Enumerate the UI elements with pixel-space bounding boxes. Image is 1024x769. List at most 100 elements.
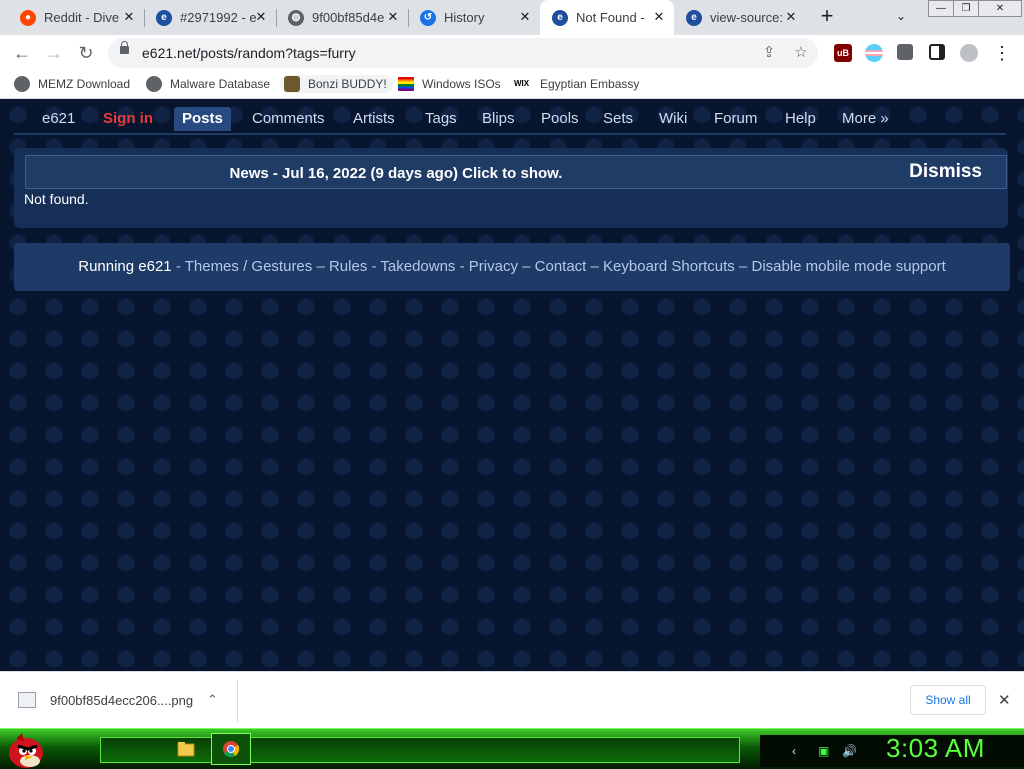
nav-more[interactable]: More »	[834, 107, 897, 131]
footer-separator: –	[312, 258, 329, 275]
tab-strip: ● Reddit - Dive ✕ e #2971992 - e ✕ ◍ 9f0…	[0, 0, 1024, 35]
tab-title: 9f00bf85d4e	[312, 10, 385, 25]
globe-icon	[14, 76, 30, 92]
side-panel-icon[interactable]	[929, 44, 945, 60]
star-icon[interactable]: ☆	[792, 44, 810, 62]
nav-blips[interactable]: Blips	[474, 107, 523, 131]
new-tab-button[interactable]: +	[816, 5, 838, 28]
news-banner[interactable]: News - Jul 16, 2022 (9 days ago) Click t…	[25, 155, 1007, 189]
tab-reddit[interactable]: ● Reddit - Dive ✕	[8, 0, 144, 35]
address-bar[interactable]: e621.net/posts/random?tags=furry ⇪ ☆	[108, 38, 818, 68]
folder-icon[interactable]	[172, 735, 200, 763]
back-button[interactable]: ←	[12, 43, 32, 63]
show-all-button[interactable]: Show all	[910, 685, 986, 715]
nav-wiki[interactable]: Wiki	[651, 107, 695, 131]
wix-icon: WIX	[514, 79, 530, 88]
reload-button[interactable]: ↻	[76, 43, 96, 63]
maximize-button[interactable]: ❐	[953, 0, 979, 17]
tab-title: History	[444, 10, 485, 25]
globe-icon: ◍	[288, 9, 304, 26]
bookmark-windows-isos[interactable]: Windows ISOs	[398, 75, 501, 93]
show-hidden-icons-icon[interactable]: ‹	[792, 744, 796, 758]
nav-artists[interactable]: Artists	[345, 107, 403, 131]
minimize-button[interactable]: —	[928, 0, 954, 17]
bookmark-bonzi-buddy[interactable]: Bonzi BUDDY!	[280, 75, 393, 93]
tab-view-source[interactable]: e view-source: ✕	[674, 0, 806, 35]
footer-separator: –	[586, 258, 604, 275]
forward-button[interactable]: →	[44, 43, 64, 63]
nav-comments[interactable]: Comments	[244, 107, 333, 131]
network-icon[interactable]: ▣	[818, 744, 829, 758]
nav-tags[interactable]: Tags	[417, 107, 465, 131]
footer-link-contact[interactable]: Contact	[535, 258, 587, 275]
tab-history[interactable]: ↺ History ✕	[408, 0, 540, 35]
news-text[interactable]: News - Jul 16, 2022 (9 days ago) Click t…	[26, 165, 766, 182]
close-tab-icon[interactable]: ✕	[254, 10, 268, 24]
nav-home[interactable]: e621	[34, 107, 83, 131]
tab-search-icon[interactable]: ⌄	[896, 9, 906, 23]
close-tab-icon[interactable]: ✕	[652, 10, 666, 24]
bookmark-egyptian-embassy[interactable]: WIX Egyptian Embassy	[514, 75, 639, 93]
tab-title: #2971992 - e	[180, 10, 257, 25]
footer-running: Running e621	[78, 258, 172, 275]
bookmark-malware-database[interactable]: Malware Database	[146, 75, 270, 93]
footer-link-gestures[interactable]: Gestures	[251, 258, 312, 275]
close-tab-icon[interactable]: ✕	[518, 10, 532, 24]
bookmark-memz[interactable]: MEMZ Download	[14, 75, 130, 93]
browser-toolbar: ← → ↻ e621.net/posts/random?tags=furry ⇪…	[0, 35, 1024, 71]
chrome-icon[interactable]	[211, 733, 251, 765]
bookmarks-bar: MEMZ Download Malware Database Bonzi BUD…	[0, 71, 1024, 99]
ublock-origin-icon[interactable]: uB	[834, 44, 852, 62]
nav-help[interactable]: Help	[777, 107, 824, 131]
close-download-bar-icon[interactable]: ✕	[998, 691, 1011, 709]
download-item[interactable]: 9f00bf85d4ecc206....png	[18, 692, 193, 708]
footer-separator: -	[171, 258, 185, 275]
tab-image[interactable]: ◍ 9f00bf85d4e ✕	[276, 0, 408, 35]
close-window-button[interactable]: ✕	[978, 0, 1022, 17]
nav-forum[interactable]: Forum	[706, 107, 765, 131]
footer-line: Running e621 - Themes / Gestures – Rules…	[14, 258, 1010, 275]
e621-icon: e	[686, 9, 702, 26]
tab-title: view-source:	[710, 10, 783, 25]
chevron-up-icon[interactable]: ⌃	[207, 692, 218, 708]
tab-title: Reddit - Dive	[44, 10, 120, 25]
tab-not-found[interactable]: e Not Found - ✕	[540, 0, 674, 35]
nav-sign-in[interactable]: Sign in	[95, 107, 161, 131]
web-page: e621 Sign in Posts Comments Artists Tags…	[0, 99, 1024, 671]
footer-link-themes[interactable]: Themes	[185, 258, 239, 275]
bookmark-label: Windows ISOs	[422, 77, 501, 91]
taskbar-clock[interactable]: 3:03 AM	[886, 733, 985, 764]
close-tab-icon[interactable]: ✕	[386, 10, 400, 24]
dismiss-button[interactable]: Dismiss	[909, 161, 982, 183]
nav-posts[interactable]: Posts	[174, 107, 231, 131]
footer-link-disable-mobile[interactable]: Disable mobile mode support	[751, 258, 945, 275]
tab-title: Not Found -	[576, 10, 645, 25]
footer-separator: -	[455, 258, 469, 275]
footer-link-rules[interactable]: Rules	[329, 258, 367, 275]
extensions-puzzle-icon[interactable]	[897, 44, 913, 60]
divider	[237, 680, 238, 722]
footer-separator: –	[734, 258, 752, 275]
footer-link-takedowns[interactable]: Takedowns	[380, 258, 455, 275]
share-icon[interactable]: ⇪	[760, 44, 778, 62]
profile-avatar-icon[interactable]	[960, 44, 978, 62]
angry-bird-start-icon[interactable]	[6, 729, 46, 769]
volume-icon[interactable]: 🔊	[842, 744, 857, 758]
nav-pools[interactable]: Pools	[533, 107, 587, 131]
bookmark-label: Bonzi BUDDY!	[308, 77, 387, 91]
chrome-menu-icon[interactable]: ⋮	[992, 43, 1012, 63]
close-tab-icon[interactable]: ✕	[122, 10, 136, 24]
bookmark-label: MEMZ Download	[38, 77, 131, 91]
nav-sets[interactable]: Sets	[595, 107, 641, 131]
url-text[interactable]: e621.net/posts/random?tags=furry	[142, 45, 356, 61]
bonzi-icon	[284, 76, 300, 92]
image-file-icon	[18, 692, 36, 708]
bookmark-label: Malware Database	[170, 77, 271, 91]
trans-flag-icon[interactable]	[865, 44, 883, 62]
footer-link-privacy[interactable]: Privacy	[469, 258, 518, 275]
close-tab-icon[interactable]: ✕	[784, 10, 798, 24]
e621-icon: e	[156, 9, 172, 26]
footer-separator: –	[517, 258, 535, 275]
footer-link-keyboard-shortcuts[interactable]: Keyboard Shortcuts	[603, 258, 735, 275]
tab-e621-post[interactable]: e #2971992 - e ✕	[144, 0, 276, 35]
